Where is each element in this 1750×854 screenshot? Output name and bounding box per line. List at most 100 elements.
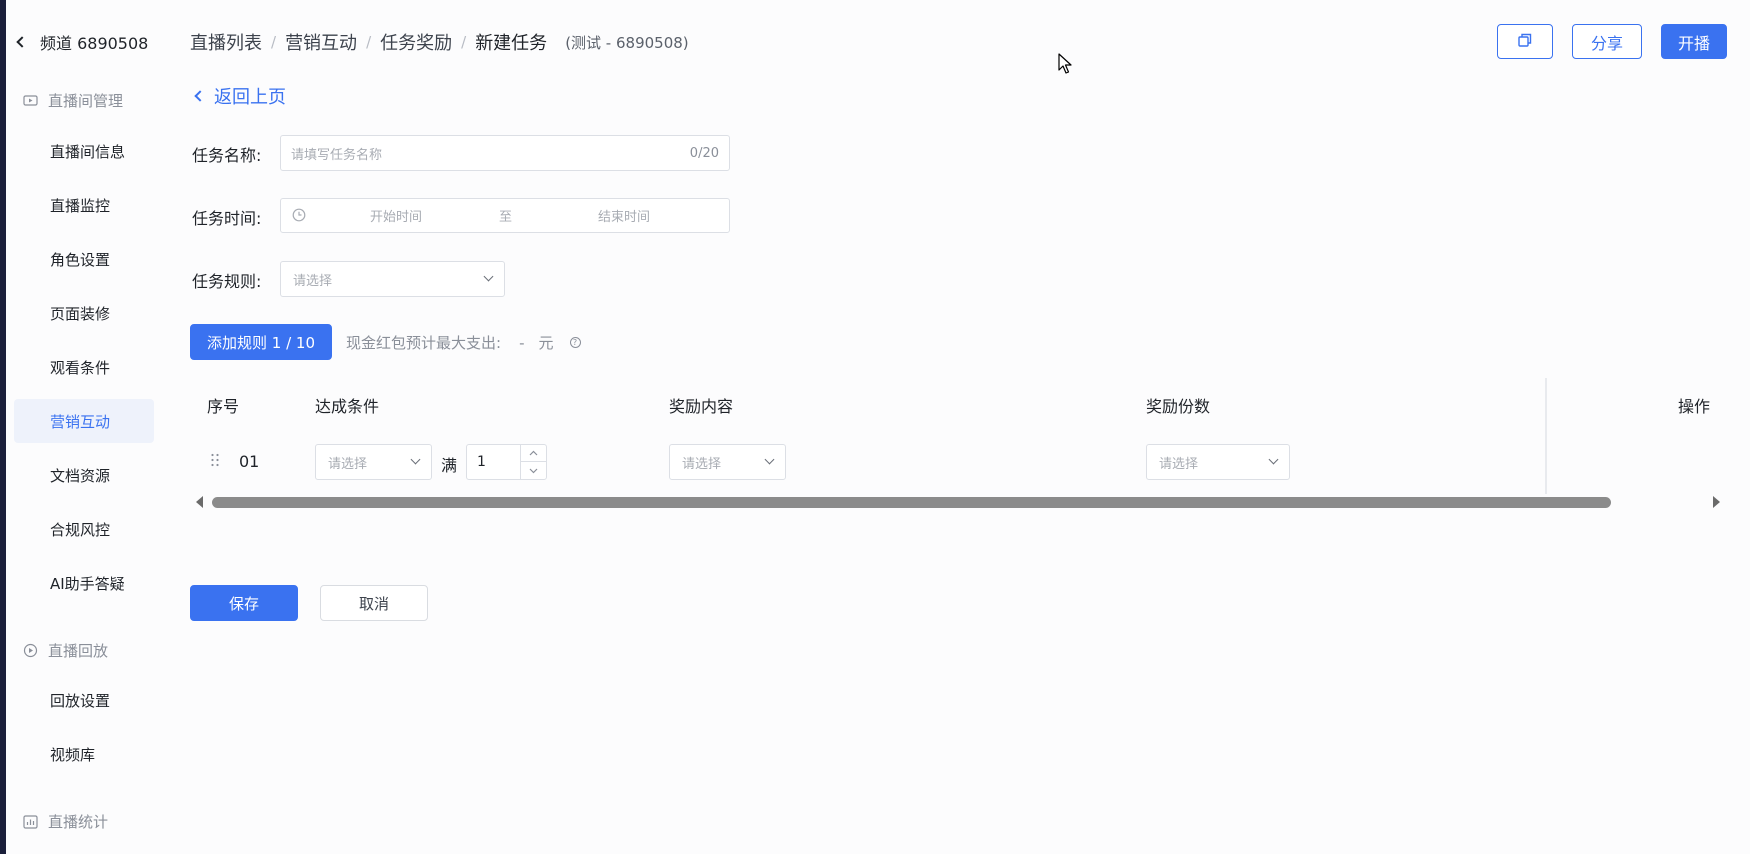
condition-select[interactable]: 请选择 [315,444,432,480]
live-room-icon [22,93,38,109]
cancel-button[interactable]: 取消 [320,585,428,621]
sidebar-item-watch-conditions[interactable]: 观看条件 [14,345,154,389]
sidebar-group-replay[interactable]: 直播回放 [22,640,108,661]
stepper-down-button[interactable] [520,462,546,479]
task-name-label: 任务名称: [192,146,262,165]
channel-title: 频道 6890508 [40,34,149,53]
task-rule-select[interactable]: 请选择 [280,261,505,297]
breadcrumb-item-live-list[interactable]: 直播列表 [190,29,262,55]
add-rule-button[interactable]: 添加规则 1 / 10 [190,324,332,360]
replay-icon [22,643,38,659]
back-link[interactable]: 返回上页 [194,83,286,109]
table-header-reward-count: 奖励份数 [1146,397,1211,416]
sidebar-item-label: AI助手答疑 [50,574,125,593]
channel-back-link[interactable]: 频道 6890508 [16,30,149,54]
task-rule-label: 任务规则: [192,272,262,291]
chevron-left-icon [194,90,206,102]
sidebar-item-documents[interactable]: 文档资源 [14,453,154,497]
breadcrumb-current: 新建任务 [475,33,548,54]
full-label: 满 [441,456,458,475]
sidebar-item-marketing[interactable]: 营销互动 [14,399,154,443]
chevron-down-icon [483,271,494,282]
breadcrumb-channel-suffix: (测试 - 6890508) [565,33,689,52]
sidebar-item-compliance[interactable]: 合规风控 [14,507,154,551]
sidebar-group-live-room[interactable]: 直播间管理 [22,90,123,111]
copy-icon [1517,32,1533,52]
sidebar-item-ai-assistant[interactable]: AI助手答疑 [14,561,154,605]
table-header-condition: 达成条件 [315,397,380,416]
chevron-left-icon [16,36,28,48]
table-header-index: 序号 [207,397,240,416]
reward-placeholder: 请选择 [682,456,722,472]
max-expense-unit: 元 [538,334,554,352]
task-name-counter: 0/20 [689,145,719,161]
fixed-column-divider [1545,378,1547,494]
stats-icon [22,814,38,830]
task-time-range-picker[interactable]: 开始时间 至 结束时间 [280,198,730,233]
task-rule-placeholder: 请选择 [293,273,333,289]
sidebar: 频道 6890508 直播间管理 直播间信息 直播监控 角色设置 页面装修 观看… [6,0,168,854]
sidebar-item-live-monitor[interactable]: 直播监控 [14,183,154,227]
back-link-label: 返回上页 [214,87,286,108]
sidebar-group-stats[interactable]: 直播统计 [22,811,108,832]
sidebar-item-label: 视频库 [50,745,96,764]
sidebar-item-label: 营销互动 [50,412,111,431]
full-quantity-stepper[interactable]: 1 [466,444,547,480]
stepper-up-button[interactable] [520,445,546,462]
clock-icon [292,208,306,226]
sidebar-item-label: 直播间信息 [50,142,126,161]
sidebar-item-label: 回放设置 [50,691,111,710]
reward-count-placeholder: 请选择 [1159,456,1199,472]
sidebar-group-label: 直播回放 [48,642,109,660]
time-start-placeholder: 开始时间 [370,210,423,225]
task-name-input[interactable]: 请填写任务名称 0/20 [280,135,730,171]
scroll-right-arrow[interactable] [1713,496,1720,508]
breadcrumb-separator: / [271,33,277,51]
chevron-down-icon [529,468,538,473]
task-time-label: 任务时间: [192,209,262,228]
sidebar-group-label: 直播间管理 [48,92,124,110]
chevron-down-icon [410,454,421,465]
breadcrumb-item-task-reward[interactable]: 任务奖励 [380,29,452,55]
mouse-cursor-icon [1058,53,1072,79]
sidebar-item-live-info[interactable]: 直播间信息 [14,129,154,173]
start-live-button[interactable]: 开播 [1661,24,1727,59]
sidebar-item-label: 页面装修 [50,304,111,323]
breadcrumb-separator: / [366,33,372,51]
drag-handle-icon[interactable] [210,452,220,471]
task-name-placeholder: 请填写任务名称 [291,147,383,163]
breadcrumb-item-marketing[interactable]: 营销互动 [285,29,357,55]
sidebar-item-replay-settings[interactable]: 回放设置 [14,678,154,722]
sidebar-item-label: 文档资源 [50,466,111,485]
row-index: 01 [239,452,260,471]
sidebar-item-label: 角色设置 [50,250,111,269]
save-button[interactable]: 保存 [190,585,298,621]
table-header-actions: 操作 [1678,397,1711,416]
sidebar-group-label: 直播统计 [48,813,109,831]
chevron-down-icon [1268,454,1279,465]
sidebar-item-label: 合规风控 [50,520,111,539]
table-header-reward: 奖励内容 [669,397,734,416]
copy-button[interactable] [1497,24,1553,59]
horizontal-scrollbar-thumb[interactable] [212,497,1611,508]
reward-count-select[interactable]: 请选择 [1146,444,1290,480]
scroll-left-arrow[interactable] [196,496,203,508]
sidebar-item-roles[interactable]: 角色设置 [14,237,154,281]
chevron-up-icon [529,450,538,456]
help-icon[interactable]: ? [569,337,581,348]
sidebar-item-video-library[interactable]: 视频库 [14,732,154,776]
app-root: 频道 6890508 直播间管理 直播间信息 直播监控 角色设置 页面装修 观看… [0,0,1750,854]
reward-select[interactable]: 请选择 [669,444,786,480]
time-end-placeholder: 结束时间 [598,210,651,225]
breadcrumb-separator: / [461,33,467,51]
sidebar-item-page-decoration[interactable]: 页面装修 [14,291,154,335]
share-button[interactable]: 分享 [1572,24,1642,59]
full-quantity-value: 1 [477,454,486,470]
sidebar-item-label: 直播监控 [50,196,111,215]
breadcrumb: 直播列表 / 营销互动 / 任务奖励 / 新建任务 (测试 - 6890508) [190,29,689,55]
max-expense-label: 现金红包预计最大支出: [346,334,502,352]
time-range-separator: 至 [499,210,513,225]
sidebar-item-label: 观看条件 [50,358,111,377]
max-expense-hint: 现金红包预计最大支出: - 元 ? [346,332,581,353]
condition-placeholder: 请选择 [328,456,368,472]
